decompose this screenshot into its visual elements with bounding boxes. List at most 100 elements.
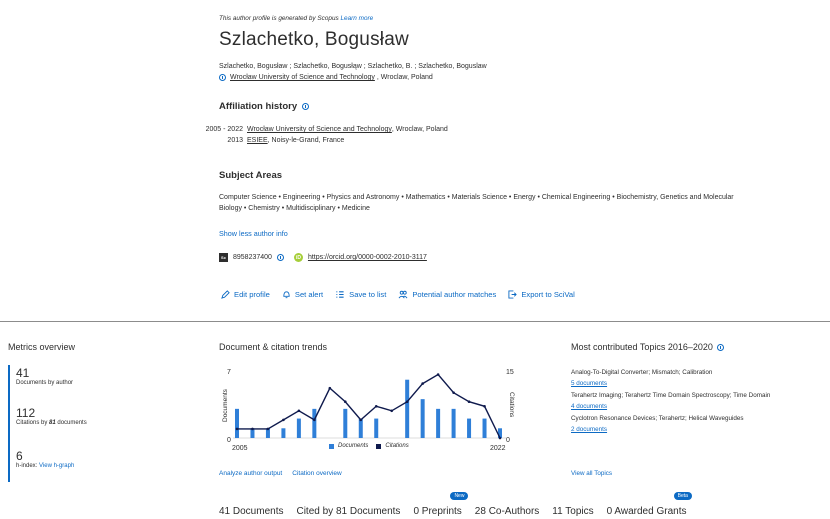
metrics-accent-bar xyxy=(8,365,10,482)
analyze-author-output-link[interactable]: Analyze author output xyxy=(219,470,282,477)
trends-title: Document & citation trends xyxy=(219,342,328,352)
citations-point[interactable] xyxy=(405,400,409,404)
citations-point[interactable] xyxy=(297,409,301,413)
potential-author-matches-label: Potential author matches xyxy=(412,290,497,299)
hindex-label-text: h-index: xyxy=(16,463,38,469)
documents-label: Documents by author xyxy=(16,380,74,386)
citations-point[interactable] xyxy=(282,418,285,422)
citations-label-suffix: documents xyxy=(55,420,87,426)
documents-bar[interactable] xyxy=(235,408,239,438)
topics-list: Analog-To-Digital Converter; Mismatch; C… xyxy=(571,369,821,433)
citations-point[interactable] xyxy=(359,418,363,422)
documents-legend-label: Documents xyxy=(338,443,369,449)
tab-cited-by-label: Cited by 81 Documents xyxy=(296,506,401,517)
new-badge: New xyxy=(450,492,469,500)
tab-awarded-grants[interactable]: Beta 0 Awarded Grants xyxy=(607,492,692,517)
topic-document-count-link[interactable]: 4 documents xyxy=(571,403,821,410)
orcid-icon: iD xyxy=(293,253,303,262)
citations-point[interactable] xyxy=(421,382,424,385)
citations-point[interactable] xyxy=(251,427,254,431)
citations-count: 112 xyxy=(16,406,36,420)
topic-title: Analog-To-Digital Converter; Mismatch; C… xyxy=(571,369,713,376)
save-to-list-button[interactable]: Save to list xyxy=(335,290,386,299)
documents-bar[interactable] xyxy=(436,408,441,438)
tab-cited-by[interactable]: Cited by 81 Documents xyxy=(296,506,400,517)
tab-documents-label: 41 Documents xyxy=(219,506,284,517)
citations-point[interactable] xyxy=(452,391,455,394)
beta-badge: Beta xyxy=(673,492,692,500)
metrics-overview-title: Metrics overview xyxy=(8,342,76,352)
citations-point[interactable] xyxy=(266,427,270,431)
view-h-graph-link[interactable]: View h-graph xyxy=(39,463,74,469)
citations-point[interactable] xyxy=(436,373,440,376)
documents-bar[interactable] xyxy=(482,418,487,438)
pencil-icon xyxy=(221,290,230,299)
citations-point[interactable] xyxy=(390,409,394,413)
citations-point[interactable] xyxy=(498,436,502,440)
citations-point[interactable] xyxy=(467,400,471,404)
tab-topics-label: 11 Topics xyxy=(552,506,594,517)
documents-bar[interactable] xyxy=(296,418,301,438)
affiliation-history-heading: Affiliation history xyxy=(219,101,310,112)
show-less-author-info-link[interactable]: Show less author info xyxy=(219,229,288,238)
info-icon[interactable] xyxy=(276,254,284,261)
export-to-scival-label: Export to SciVal xyxy=(521,290,575,299)
tab-co-authors[interactable]: 28 Co-Authors xyxy=(475,506,539,517)
topic-item: Analog-To-Digital Converter; Mismatch; C… xyxy=(571,369,821,387)
name-variants: Szlachetko, Bogusław ; Szlachetko, Bogus… xyxy=(219,63,487,70)
y-left-min-tick: 0 xyxy=(227,437,231,444)
topic-item: Terahertz Imaging; Terahertz Time Domain… xyxy=(571,392,821,410)
affiliation-location: , Wroclaw, Poland xyxy=(391,126,448,133)
citations-point[interactable] xyxy=(235,427,239,431)
topic-document-count-link[interactable]: 2 documents xyxy=(571,426,821,433)
x-end-tick: 2022 xyxy=(490,445,506,452)
tab-topics[interactable]: 11 Topics xyxy=(552,506,593,517)
set-alert-button[interactable]: Set alert xyxy=(282,290,323,299)
subject-areas-list: Computer Science • Engineering • Physics… xyxy=(219,194,734,212)
view-all-topics-link[interactable]: View all Topics xyxy=(571,470,612,477)
tab-preprints[interactable]: New 0 Preprints xyxy=(413,492,469,517)
learn-more-link[interactable]: Learn more xyxy=(341,15,374,22)
edit-profile-button[interactable]: Edit profile xyxy=(221,290,270,299)
citations-point[interactable] xyxy=(483,404,486,408)
citations-point[interactable] xyxy=(374,404,378,408)
profile-note-text: This author profile is generated by Scop… xyxy=(219,15,339,22)
y-left-axis-label: Documents xyxy=(222,388,229,422)
info-icon[interactable] xyxy=(302,103,310,110)
affiliation-history-list: 2005 - 2022 Wrocław University of Scienc… xyxy=(184,126,448,144)
info-icon[interactable] xyxy=(219,74,226,81)
topic-document-count-link[interactable]: 5 documents xyxy=(571,380,821,387)
documents-count: 41 xyxy=(16,366,30,380)
documents-bar[interactable] xyxy=(467,418,472,438)
x-start-tick: 2005 xyxy=(232,445,248,452)
info-icon[interactable] xyxy=(716,343,724,351)
documents-bar[interactable] xyxy=(374,418,379,438)
export-to-scival-button[interactable]: Export to SciVal xyxy=(508,290,575,299)
metric-hindex: 6 h-index: View h-graph xyxy=(16,449,74,469)
potential-author-matches-button[interactable]: Potential author matches xyxy=(398,290,496,299)
citations-point[interactable] xyxy=(313,418,316,422)
documents-bar[interactable] xyxy=(451,408,456,438)
documents-bar[interactable] xyxy=(405,379,410,438)
documents-bar[interactable] xyxy=(312,408,317,438)
current-affiliation-link[interactable]: Wrocław University of Science and Techno… xyxy=(230,74,375,81)
subject-areas-title: Subject Areas xyxy=(219,170,283,181)
tab-documents[interactable]: 41 Documents xyxy=(219,506,283,517)
affiliation-link[interactable]: ESIEE xyxy=(247,137,268,144)
current-affiliation: Wrocław University of Science and Techno… xyxy=(219,74,433,81)
orcid-link[interactable]: https://orcid.org/0000-0002-2010-3117 xyxy=(308,254,427,261)
documents-bar[interactable] xyxy=(281,428,286,438)
scopus-id-icon: Sc xyxy=(219,253,228,262)
topic-title: Terahertz Imaging; Terahertz Time Domain… xyxy=(571,392,771,399)
citation-overview-link[interactable]: Citation overview xyxy=(292,470,342,477)
documents-bar[interactable] xyxy=(358,418,363,438)
scopus-author-id: 8958237400 xyxy=(233,254,272,261)
affiliation-link[interactable]: Wrocław University of Science and Techno… xyxy=(247,126,392,133)
author-name: Szlachetko, Bogusław xyxy=(219,29,409,50)
hindex-value: 6 xyxy=(16,449,23,463)
citations-label-prefix: Citations by xyxy=(16,420,50,426)
documents-bar[interactable] xyxy=(420,399,425,438)
citations-point[interactable] xyxy=(328,386,332,390)
documents-bar[interactable] xyxy=(343,408,348,438)
citations-point[interactable] xyxy=(343,400,347,404)
